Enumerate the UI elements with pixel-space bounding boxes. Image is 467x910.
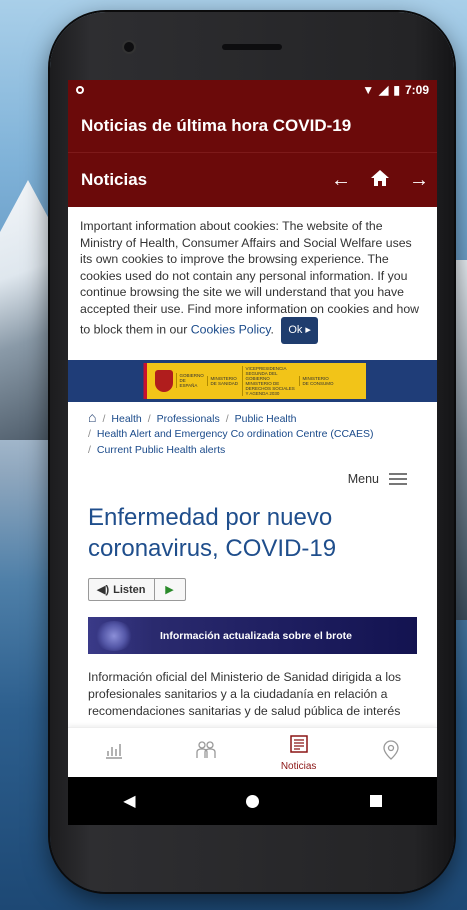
outbreak-banner[interactable]: Información actualizada sobre el brote — [88, 617, 417, 654]
tab-people[interactable] — [171, 740, 241, 765]
gov-col3: VICEPRESIDENCIA SEGUNDA DEL GOBIERNO MIN… — [241, 365, 299, 396]
banner-text: Información actualizada sobre el brote — [160, 629, 352, 642]
arrow-right-icon[interactable]: → — [409, 169, 429, 192]
intro-paragraph: Información oficial del Ministerio de Sa… — [88, 670, 402, 718]
breadcrumb-professionals[interactable]: Professionals — [157, 413, 220, 425]
listen-label: Listen — [113, 583, 146, 596]
notification-icon — [76, 86, 84, 94]
system-nav-bar: ◀ — [68, 777, 437, 825]
cookie-text: Important information about cookies: The… — [80, 219, 420, 337]
breadcrumb-home-icon[interactable]: ⌂ — [88, 409, 96, 425]
gov-col2: MINISTERIO DE SANIDAD — [206, 375, 242, 386]
webview: Important information about cookies: The… — [68, 208, 437, 739]
screen: ▼ ◢ ▮ 7:09 Noticias de última hora COVID… — [68, 80, 437, 777]
cookie-notice: Important information about cookies: The… — [68, 208, 437, 344]
ok-label: Ok — [288, 324, 303, 336]
home-icon[interactable] — [371, 169, 389, 192]
hamburger-icon — [389, 473, 407, 485]
breadcrumb-alerts[interactable]: Current Public Health alerts — [97, 444, 225, 456]
arrow-left-icon[interactable]: ← — [331, 169, 351, 192]
phone-frame: ▼ ◢ ▮ 7:09 Noticias de última hora COVID… — [50, 12, 454, 892]
tab-noticias[interactable]: Noticias — [264, 734, 334, 772]
cookie-after: . — [270, 322, 274, 337]
nav-icons: ← → — [331, 169, 429, 192]
listen-button[interactable]: ◀) Listen ▶ — [88, 578, 186, 601]
status-time: 7:09 — [404, 83, 429, 97]
coat-of-arms-icon — [154, 369, 173, 392]
battery-icon: ▮ — [393, 83, 400, 97]
signal-icon: ◢ — [379, 83, 389, 97]
gov-col1: GOBIERNO DE ESPAÑA — [175, 373, 207, 388]
cookies-policy-link[interactable]: Cookies Policy — [191, 323, 271, 337]
menu-label: Menu — [347, 472, 379, 486]
government-logo[interactable]: GOBIERNO DE ESPAÑA MINISTERIO DE SANIDAD… — [139, 362, 366, 399]
location-icon — [382, 740, 400, 765]
newspaper-icon — [289, 734, 309, 759]
virus-image — [94, 621, 134, 651]
breadcrumb-public-health[interactable]: Public Health — [235, 413, 297, 425]
breadcrumb-ccaes[interactable]: Health Alert and Emergency Co ordination… — [97, 428, 374, 440]
menu-button[interactable]: Menu — [68, 458, 437, 486]
play-icon[interactable]: ▶ — [155, 579, 185, 600]
tab-noticias-label: Noticias — [280, 760, 317, 772]
breadcrumb: ⌂ / Health / Professionals / Public Health / He… — [88, 408, 374, 456]
flag-icon — [139, 362, 152, 399]
status-bar: ▼ ◢ ▮ 7:09 — [68, 80, 437, 100]
app-bar: Noticias de última hora COVID-19 — [68, 100, 437, 152]
page-title: Enfermedad por nuevo coronavirus, COVID-… — [88, 504, 337, 562]
app-title: Noticias de última hora COVID-19 — [81, 116, 352, 135]
home-button-icon[interactable] — [246, 794, 260, 808]
cookie-ok-button[interactable]: Ok ▸ — [281, 317, 318, 344]
tab-statistics[interactable] — [79, 740, 149, 765]
status-right: ▼ ◢ ▮ 7:09 — [362, 83, 429, 97]
speaker-icon: ◀) — [97, 584, 110, 596]
government-header: GOBIERNO DE ESPAÑA MINISTERIO DE SANIDAD… — [68, 359, 437, 402]
chart-icon — [104, 740, 124, 765]
section-title: Noticias — [81, 170, 148, 189]
tab-location[interactable] — [356, 740, 426, 765]
breadcrumb-health[interactable]: Health — [111, 413, 141, 425]
bottom-nav: Noticias — [68, 727, 437, 777]
speaker — [222, 44, 282, 50]
wifi-icon: ▼ — [362, 83, 375, 97]
nav-bar: Noticias ← → — [68, 152, 437, 207]
back-icon[interactable]: ◀ — [123, 791, 135, 811]
listen-label-wrap: ◀) Listen — [89, 579, 155, 600]
recents-icon[interactable] — [369, 795, 382, 807]
people-icon — [195, 740, 217, 765]
camera — [124, 42, 134, 52]
gov-col4: MINISTERIO DE CONSUMO — [298, 375, 338, 386]
